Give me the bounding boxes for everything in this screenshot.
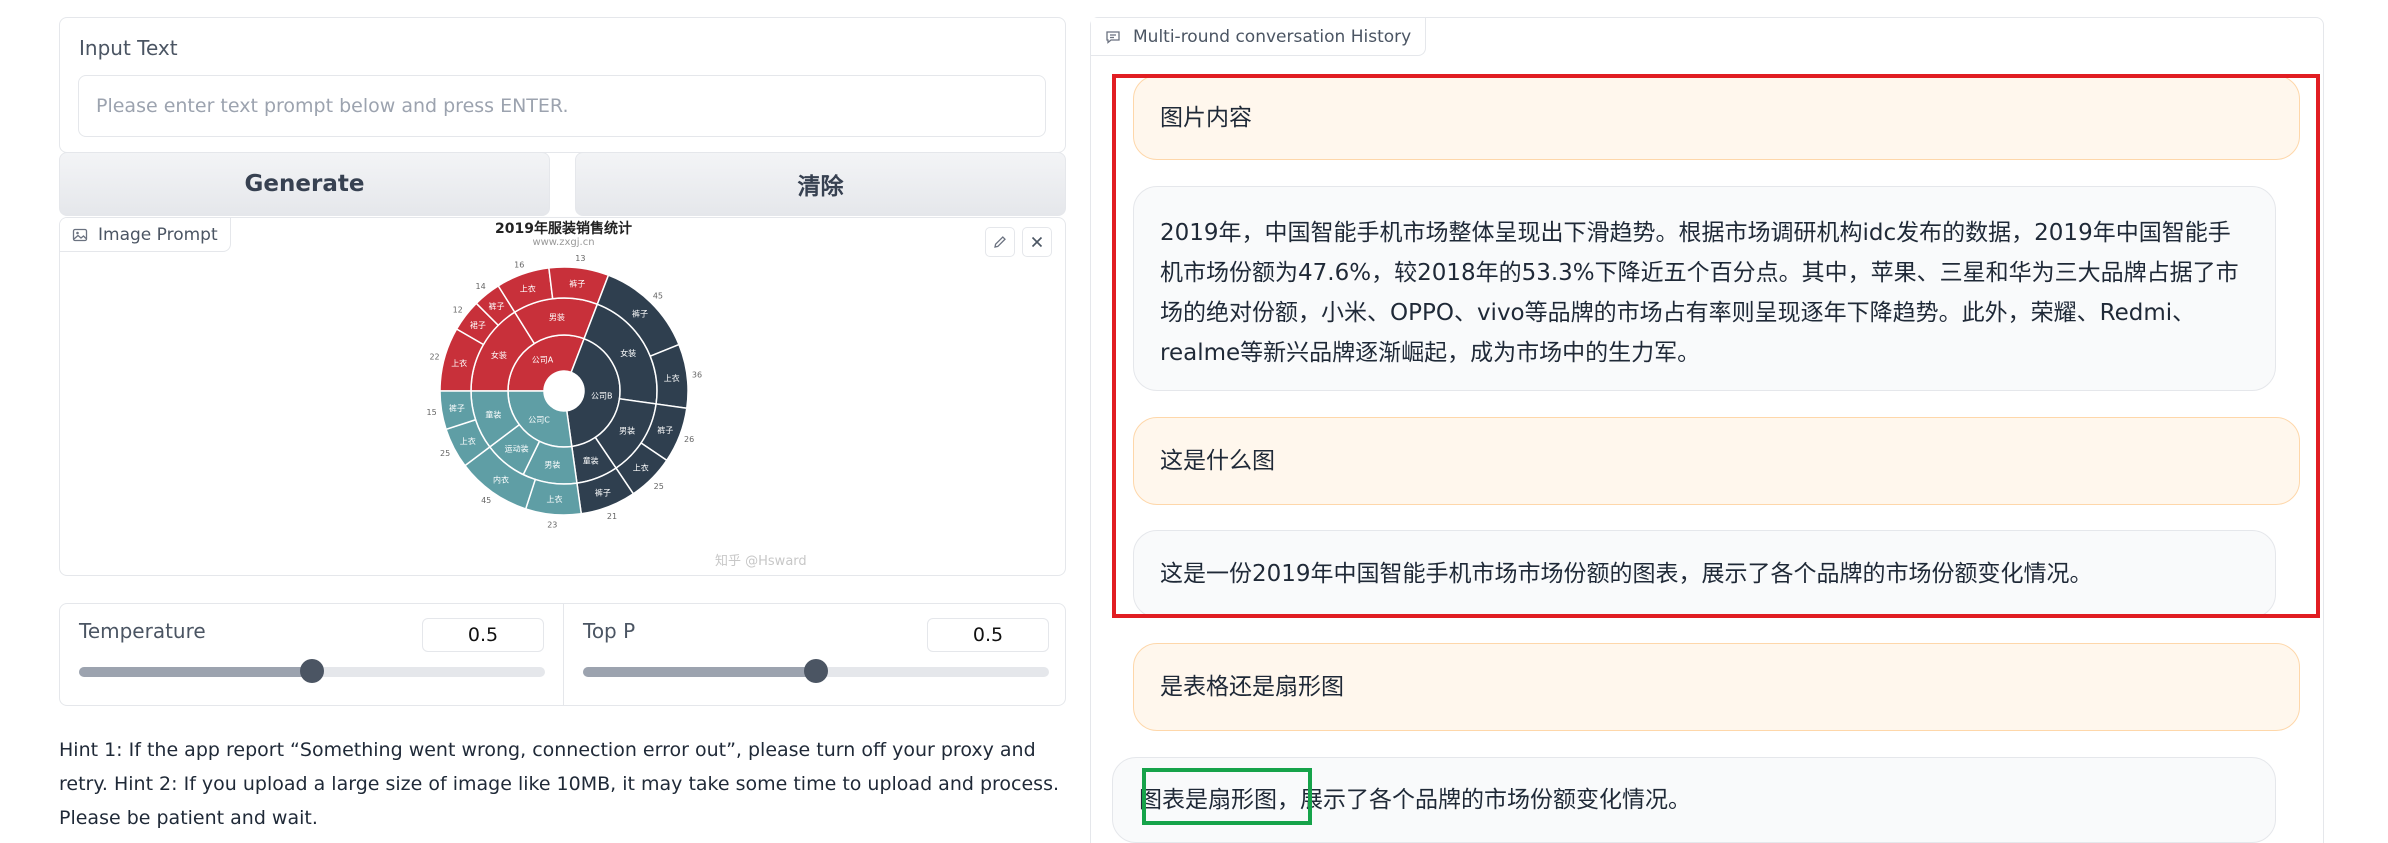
- sunburst-middle-label: 女装: [491, 350, 507, 360]
- chat-history-label: Multi-round conversation History: [1133, 26, 1412, 47]
- params-divider: [563, 604, 564, 705]
- hint-text: Hint 1: If the app report “Something wen…: [59, 739, 1060, 829]
- sunburst-outer-label: 上衣: [664, 373, 680, 383]
- sunburst-value-label: 25: [440, 449, 450, 458]
- input-text-block: Input Text Please enter text prompt belo…: [59, 17, 1066, 153]
- sunburst-value-label: 45: [481, 496, 491, 505]
- remove-image-button[interactable]: [1022, 227, 1052, 257]
- sunburst-middle-label: 男装: [544, 460, 560, 470]
- clear-button[interactable]: 清除: [575, 152, 1066, 216]
- sunburst-middle-label: 男装: [619, 425, 635, 435]
- sunburst-outer-label: 内衣: [493, 474, 509, 484]
- sunburst-value-label: 21: [607, 512, 617, 521]
- top-p-label: Top P: [583, 619, 636, 643]
- sunburst-value-label: 45: [653, 291, 663, 300]
- temperature-slider-thumb[interactable]: [300, 659, 324, 683]
- sunburst-outer-label: 上衣: [460, 436, 476, 446]
- chat-history-tag: Multi-round conversation History: [1091, 18, 1427, 56]
- sunburst-value-label: 12: [453, 305, 463, 314]
- sunburst-inner-label: 公司C: [528, 416, 550, 425]
- sunburst-middle-label: 女装: [620, 348, 636, 358]
- close-icon: [1031, 236, 1043, 248]
- sunburst-middle-label: 童装: [583, 456, 599, 466]
- sunburst-outer-label: 上衣: [547, 494, 563, 504]
- highlight-box-green: [1142, 768, 1312, 825]
- image-prompt-block[interactable]: 2019年服装销售统计 www.zxgj.cn 公司A 公司B 公司C 女装 男装 女装男…: [59, 217, 1066, 576]
- sunburst-outer-label: 上衣: [633, 463, 649, 473]
- sunburst-value-label: 23: [547, 520, 557, 529]
- sunburst-outer-label: 裤子: [488, 301, 504, 311]
- text-prompt-input[interactable]: Please enter text prompt below and press…: [78, 75, 1046, 137]
- sunburst-center-hole: [544, 371, 584, 411]
- image-prompt-tag: Image Prompt: [60, 218, 231, 252]
- highlight-box-red: [1112, 74, 2320, 618]
- temperature-label: Temperature: [79, 619, 206, 643]
- params-block: Temperature 0.5 Top P 0.5: [59, 603, 1066, 706]
- sunburst-outer-label: 上衣: [520, 284, 536, 294]
- image-watermark: 知乎 @Hsward: [715, 554, 807, 569]
- edit-image-button[interactable]: [985, 227, 1015, 257]
- temperature-slider-fill: [79, 667, 312, 677]
- generate-button[interactable]: Generate: [59, 152, 550, 216]
- image-prompt-label: Image Prompt: [98, 224, 218, 245]
- chat-message-user: 是表格还是扇形图: [1133, 643, 2300, 731]
- chat-bubble-icon: [1106, 30, 1120, 44]
- top-p-value-input[interactable]: 0.5: [927, 618, 1049, 652]
- pencil-icon: [994, 236, 1006, 248]
- sunburst-value-label: 26: [684, 435, 694, 444]
- sunburst-value-label: 36: [692, 371, 702, 380]
- sunburst-outer-label: 裙子: [470, 320, 486, 330]
- top-p-slider-thumb[interactable]: [804, 659, 828, 683]
- sunburst-inner-label: 公司B: [591, 391, 613, 400]
- sunburst-middle-label: 男装: [549, 312, 565, 322]
- sunburst-outer-label: 裤子: [632, 309, 648, 319]
- sunburst-middle-label: 运动装: [505, 443, 529, 453]
- sunburst-inner-label: 公司A: [532, 356, 554, 365]
- sunburst-outer-label: 上衣: [451, 358, 467, 368]
- sunburst-value-label: 22: [429, 352, 439, 361]
- top-p-slider-fill: [583, 667, 816, 677]
- sunburst-outer-label: 裤子: [569, 278, 585, 288]
- sunburst-value-label: 15: [427, 408, 437, 417]
- image-icon: [72, 228, 88, 241]
- sunburst-value-label: 13: [575, 254, 585, 263]
- sunburst-value-label: 25: [654, 482, 664, 491]
- sunburst-value-label: 14: [475, 282, 485, 291]
- sunburst-middle-label: 童装: [485, 410, 501, 420]
- sunburst-outer-label: 裤子: [449, 403, 465, 413]
- sunburst-outer-label: 裤子: [657, 425, 673, 435]
- sunburst-value-label: 16: [514, 261, 524, 270]
- sunburst-chart: 公司A公司B公司C女装男装女装男装童装男装运动装童装上衣22裙子12 裤子14 上衣…: [427, 254, 703, 529]
- input-text-label: Input Text: [79, 36, 178, 60]
- sunburst-outer-label: 裤子: [595, 487, 611, 497]
- temperature-value-input[interactable]: 0.5: [422, 618, 544, 652]
